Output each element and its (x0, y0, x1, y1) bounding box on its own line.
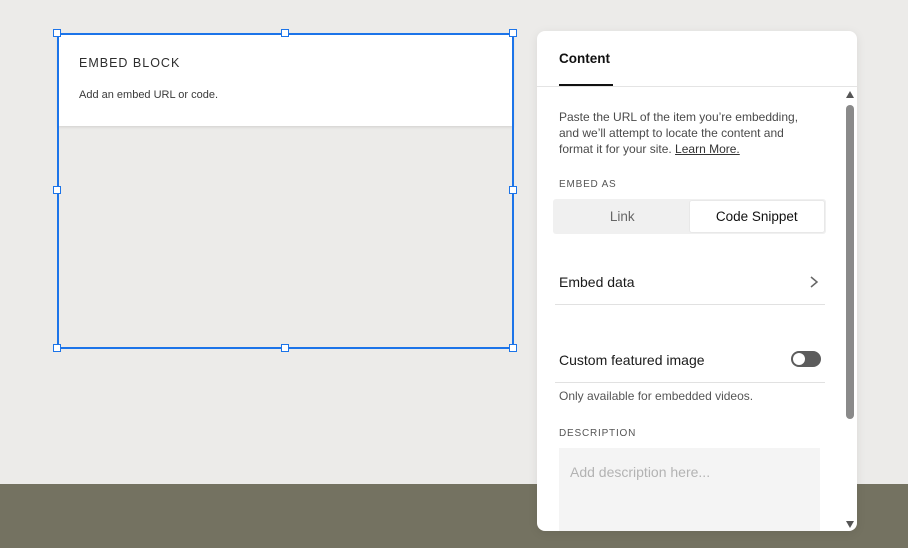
custom-featured-image-label: Custom featured image (559, 352, 705, 368)
embed-data-divider (555, 304, 825, 305)
resize-handle-bottom-left[interactable] (53, 344, 61, 352)
arrow-up-icon[interactable] (846, 91, 854, 98)
panel-scrollbar[interactable] (844, 87, 856, 531)
resize-handle-bottom-right[interactable] (509, 344, 517, 352)
embed-data-row[interactable]: Embed data (559, 274, 635, 290)
embed-block-title: EMBED BLOCK (79, 56, 181, 70)
embed-block[interactable]: EMBED BLOCK Add an embed URL or code. (58, 34, 513, 126)
chevron-right-icon[interactable] (807, 275, 821, 289)
description-label: DESCRIPTION (559, 428, 637, 439)
custom-image-note: Only available for embedded videos. (559, 389, 754, 403)
resize-handle-bottom[interactable] (281, 344, 289, 352)
embed-block-hint: Add an embed URL or code. (79, 89, 219, 101)
panel-header-divider (537, 86, 857, 87)
embed-as-link-option[interactable]: Link (555, 201, 690, 232)
resize-handle-top[interactable] (281, 29, 289, 37)
resize-handle-top-left[interactable] (53, 29, 61, 37)
resize-handle-top-right[interactable] (509, 29, 517, 37)
embed-as-label: EMBED AS (559, 179, 617, 190)
description-input[interactable] (559, 448, 820, 531)
embed-as-code-snippet-option[interactable]: Code Snippet (689, 201, 824, 232)
embed-as-segmented-control: Link Code Snippet (553, 199, 826, 234)
custom-image-divider (555, 382, 825, 383)
resize-handle-right[interactable] (509, 186, 517, 194)
toggle-knob (793, 353, 805, 365)
tab-content[interactable]: Content (559, 51, 610, 66)
custom-featured-image-toggle[interactable] (791, 351, 821, 367)
embed-intro-text: Paste the URL of the item you’re embeddi… (559, 109, 821, 157)
resize-handle-left[interactable] (53, 186, 61, 194)
arrow-down-icon[interactable] (846, 521, 854, 528)
scrollbar-thumb[interactable] (846, 105, 854, 419)
embed-settings-panel: Content Paste the URL of the item you’re… (537, 31, 857, 531)
learn-more-link[interactable]: Learn More. (675, 142, 740, 156)
